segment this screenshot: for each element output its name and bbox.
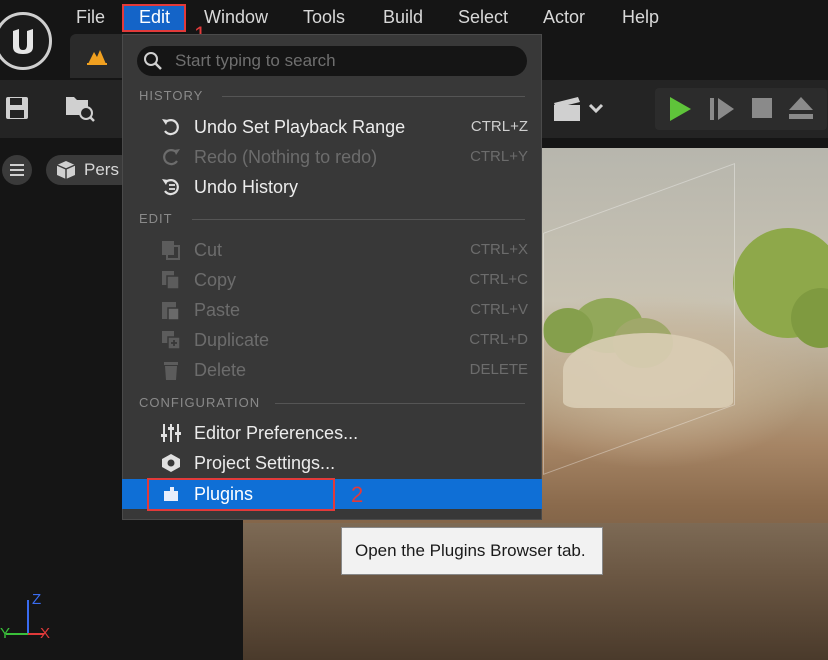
trash-icon bbox=[164, 362, 178, 380]
menu-item-project-settings[interactable]: Project Settings... bbox=[194, 448, 335, 478]
shortcut-copy: CTRL+C bbox=[469, 271, 528, 288]
section-divider bbox=[275, 403, 525, 404]
save-icon[interactable] bbox=[4, 95, 30, 121]
menu-tools[interactable]: Tools bbox=[303, 0, 345, 34]
search-icon bbox=[144, 52, 162, 70]
level-icon bbox=[87, 50, 107, 65]
duplicate-icon bbox=[162, 331, 181, 350]
menu-item-undo[interactable]: Undo Set Playback Range bbox=[194, 112, 405, 142]
copy-icon bbox=[162, 271, 180, 290]
menu-item-redo[interactable]: Redo (Nothing to redo) bbox=[194, 142, 377, 172]
content-browser-icon[interactable] bbox=[64, 93, 96, 123]
sliders-icon bbox=[161, 424, 181, 442]
step-icon[interactable] bbox=[709, 97, 735, 121]
menu-item-delete[interactable]: Delete bbox=[194, 355, 246, 385]
menu-edit[interactable]: Edit bbox=[139, 0, 170, 34]
menu-file[interactable]: File bbox=[76, 0, 105, 34]
shortcut-redo: CTRL+Y bbox=[470, 148, 528, 165]
annotation-step-2: 2 bbox=[351, 482, 364, 507]
shortcut-delete: DELETE bbox=[469, 361, 528, 378]
hamburger-icon bbox=[10, 164, 24, 176]
menu-item-editor-preferences[interactable]: Editor Preferences... bbox=[194, 418, 358, 448]
eject-icon[interactable] bbox=[788, 96, 814, 120]
play-icon[interactable] bbox=[668, 96, 692, 122]
menu-select[interactable]: Select bbox=[458, 0, 508, 34]
undo-history-icon bbox=[162, 179, 179, 196]
plugins-highlight bbox=[147, 478, 335, 511]
section-divider bbox=[192, 219, 525, 220]
section-label-history: HISTORY bbox=[139, 88, 204, 103]
menu-item-undo-history[interactable]: Undo History bbox=[194, 172, 298, 202]
shortcut-duplicate: CTRL+D bbox=[469, 331, 528, 348]
shortcut-paste: CTRL+V bbox=[470, 301, 528, 318]
tooltip-text: Open the Plugins Browser tab. bbox=[355, 541, 586, 560]
project-settings-icon bbox=[162, 454, 180, 472]
shortcut-cut: CTRL+X bbox=[470, 241, 528, 258]
menu-item-duplicate[interactable]: Duplicate bbox=[194, 325, 269, 355]
redo-icon bbox=[163, 149, 180, 166]
search-placeholder: Start typing to search bbox=[175, 51, 336, 70]
stop-icon[interactable] bbox=[751, 97, 773, 119]
menu-item-cut[interactable]: Cut bbox=[194, 235, 222, 265]
menu-actor[interactable]: Actor bbox=[543, 0, 585, 34]
menu-item-copy[interactable]: Copy bbox=[194, 265, 236, 295]
perspective-label: Pers bbox=[84, 160, 119, 179]
cube-icon bbox=[56, 161, 76, 179]
unreal-logo-icon[interactable] bbox=[0, 12, 52, 70]
undo-icon bbox=[162, 119, 179, 136]
shortcut-undo: CTRL+Z bbox=[470, 118, 528, 135]
viewport-options-button[interactable] bbox=[2, 155, 32, 185]
section-divider bbox=[222, 96, 525, 97]
level-tab[interactable] bbox=[70, 34, 130, 78]
cinematics-icon[interactable] bbox=[552, 95, 606, 123]
axis-z-label: Z bbox=[32, 591, 42, 608]
menu-item-paste[interactable]: Paste bbox=[194, 295, 240, 325]
paste-icon bbox=[162, 302, 180, 321]
menu-window[interactable]: Window bbox=[204, 0, 268, 34]
cut-icon bbox=[162, 241, 180, 260]
axis-y-label: Y bbox=[0, 625, 11, 642]
menu-help[interactable]: Help bbox=[622, 0, 659, 34]
section-label-edit: EDIT bbox=[139, 211, 173, 226]
menu-build[interactable]: Build bbox=[383, 0, 423, 34]
section-label-configuration: CONFIGURATION bbox=[139, 395, 261, 410]
axis-x-label: X bbox=[40, 625, 51, 642]
